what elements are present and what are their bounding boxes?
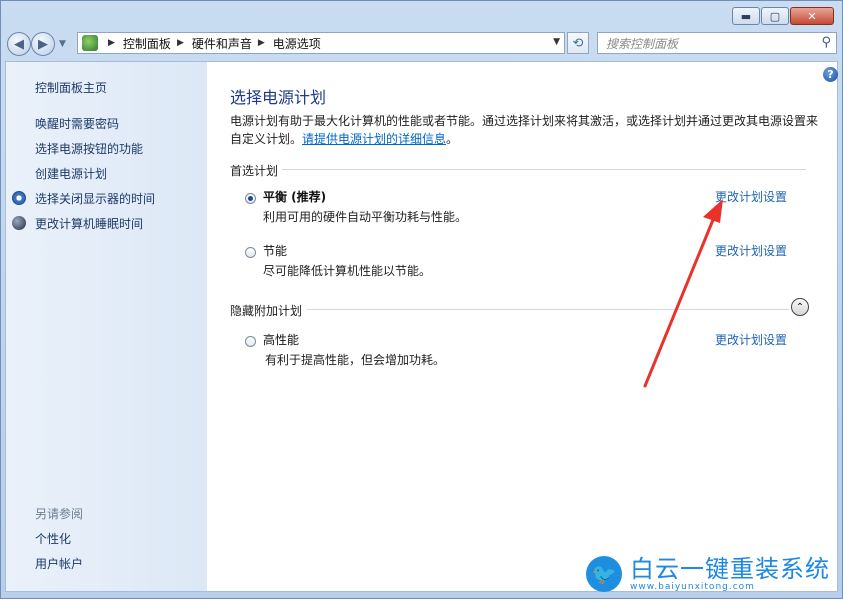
sidebar: 控制面板主页 唤醒时需要密码 选择电源按钮的功能 创建电源计划 选择关闭显示器的…	[6, 62, 207, 591]
plan-name-balanced[interactable]: 平衡 (推荐)	[263, 188, 326, 205]
sidebar-item-display-off[interactable]: 选择关闭显示器的时间	[35, 190, 155, 207]
change-plan-settings-power-saver[interactable]: 更改计划设置	[715, 242, 787, 259]
caption-buttons: ▬ ▢ ✕	[732, 7, 834, 25]
watermark: 🐦 白云一键重装系统 www.baiyunxitong.com	[586, 553, 836, 595]
collapse-button[interactable]: ⌃	[791, 298, 809, 316]
change-plan-settings-high-performance[interactable]: 更改计划设置	[715, 331, 787, 348]
search-icon[interactable]: ⚲	[821, 35, 831, 50]
plan-name-power-saver[interactable]: 节能	[263, 242, 287, 259]
sidebar-item-require-password[interactable]: 唤醒时需要密码	[35, 115, 119, 132]
group-divider	[282, 169, 806, 170]
bird-glyph: 🐦	[591, 562, 617, 586]
sidebar-item-power-buttons[interactable]: 选择电源按钮的功能	[35, 140, 143, 157]
watermark-title: 白云一键重装系统	[630, 555, 830, 583]
forward-button[interactable]: ▶	[31, 32, 55, 56]
chevron-right-icon[interactable]: ▶	[177, 38, 184, 48]
page-title: 选择电源计划	[230, 88, 327, 107]
sidebar-item-sleep-time[interactable]: 更改计算机睡眠时间	[35, 215, 143, 232]
content-area: 控制面板主页 唤醒时需要密码 选择电源按钮的功能 创建电源计划 选择关闭显示器的…	[5, 61, 838, 592]
back-arrow-icon: ◀	[14, 36, 24, 52]
hidden-plans-heading: 隐藏附加计划	[230, 304, 303, 318]
plan-radio-high-performance[interactable]	[245, 336, 256, 347]
watermark-url: www.baiyunxitong.com	[630, 582, 755, 592]
see-also-heading: 另请参阅	[35, 507, 84, 521]
main-panel: ? 选择电源计划 电源计划有助于最大化计算机的性能或者节能。通过选择计划来将其激…	[207, 62, 838, 591]
search-box[interactable]: ⚲	[597, 32, 837, 54]
change-plan-settings-balanced[interactable]: 更改计划设置	[715, 188, 787, 205]
chevron-down-icon[interactable]: ▼	[553, 37, 560, 47]
group-divider	[307, 309, 789, 310]
address-bar[interactable]: ▶ 控制面板 ▶ 硬件和声音 ▶ 电源选项 ▼	[77, 32, 565, 54]
breadcrumb-control-panel[interactable]: 控制面板	[123, 35, 171, 52]
description-end: 。	[446, 132, 459, 146]
chevron-right-icon[interactable]: ▶	[258, 38, 265, 48]
plan-desc-power-saver: 尽可能降低计算机性能以节能。	[263, 264, 432, 278]
navigation-bar: ◀ ▶ ▼ ▶ 控制面板 ▶ 硬件和声音 ▶ 电源选项 ▼ ⟲ ⚲	[7, 32, 837, 58]
sidebar-item-personalization[interactable]: 个性化	[35, 530, 71, 547]
plan-radio-balanced[interactable]	[245, 193, 256, 204]
plan-details-link[interactable]: 请提供电源计划的详细信息	[302, 132, 446, 146]
refresh-button[interactable]: ⟲	[567, 32, 589, 54]
minimize-button[interactable]: ▬	[732, 7, 760, 25]
plan-radio-power-saver[interactable]	[245, 247, 256, 258]
plan-desc-balanced: 利用可用的硬件自动平衡功耗与性能。	[263, 210, 468, 224]
bird-logo-icon: 🐦	[586, 556, 622, 592]
recent-pages-dropdown[interactable]: ▼	[59, 39, 66, 49]
power-options-window: ▬ ▢ ✕ ◀ ▶ ▼ ▶ 控制面板 ▶ 硬件和声音 ▶ 电源选项 ▼ ⟲ ⚲ …	[0, 0, 843, 599]
preferred-plans-heading: 首选计划	[230, 164, 279, 178]
breadcrumb-power-options[interactable]: 电源选项	[273, 35, 321, 52]
sidebar-item-user-accounts[interactable]: 用户帐户	[35, 555, 83, 572]
plan-desc-high-performance: 有利于提高性能，但会增加功耗。	[265, 353, 446, 367]
plan-name-high-performance[interactable]: 高性能	[263, 331, 299, 348]
help-icon[interactable]: ?	[823, 67, 838, 82]
sidebar-control-panel-home[interactable]: 控制面板主页	[35, 79, 107, 96]
chevron-right-icon[interactable]: ▶	[108, 38, 115, 48]
chevron-up-icon: ⌃	[795, 301, 805, 313]
close-button[interactable]: ✕	[790, 7, 834, 25]
refresh-icon: ⟲	[572, 35, 584, 51]
clock-icon	[12, 191, 26, 205]
search-input[interactable]	[604, 34, 808, 54]
back-button[interactable]: ◀	[7, 32, 31, 56]
sidebar-item-create-plan[interactable]: 创建电源计划	[35, 165, 107, 182]
page-description: 电源计划有助于最大化计算机的性能或者节能。通过选择计划来将其激活，或选择计划并通…	[230, 112, 820, 148]
maximize-button[interactable]: ▢	[761, 7, 789, 25]
breadcrumb-hardware-sound[interactable]: 硬件和声音	[192, 35, 252, 52]
moon-icon	[12, 216, 26, 230]
forward-arrow-icon: ▶	[38, 36, 48, 52]
control-panel-icon	[82, 35, 98, 51]
